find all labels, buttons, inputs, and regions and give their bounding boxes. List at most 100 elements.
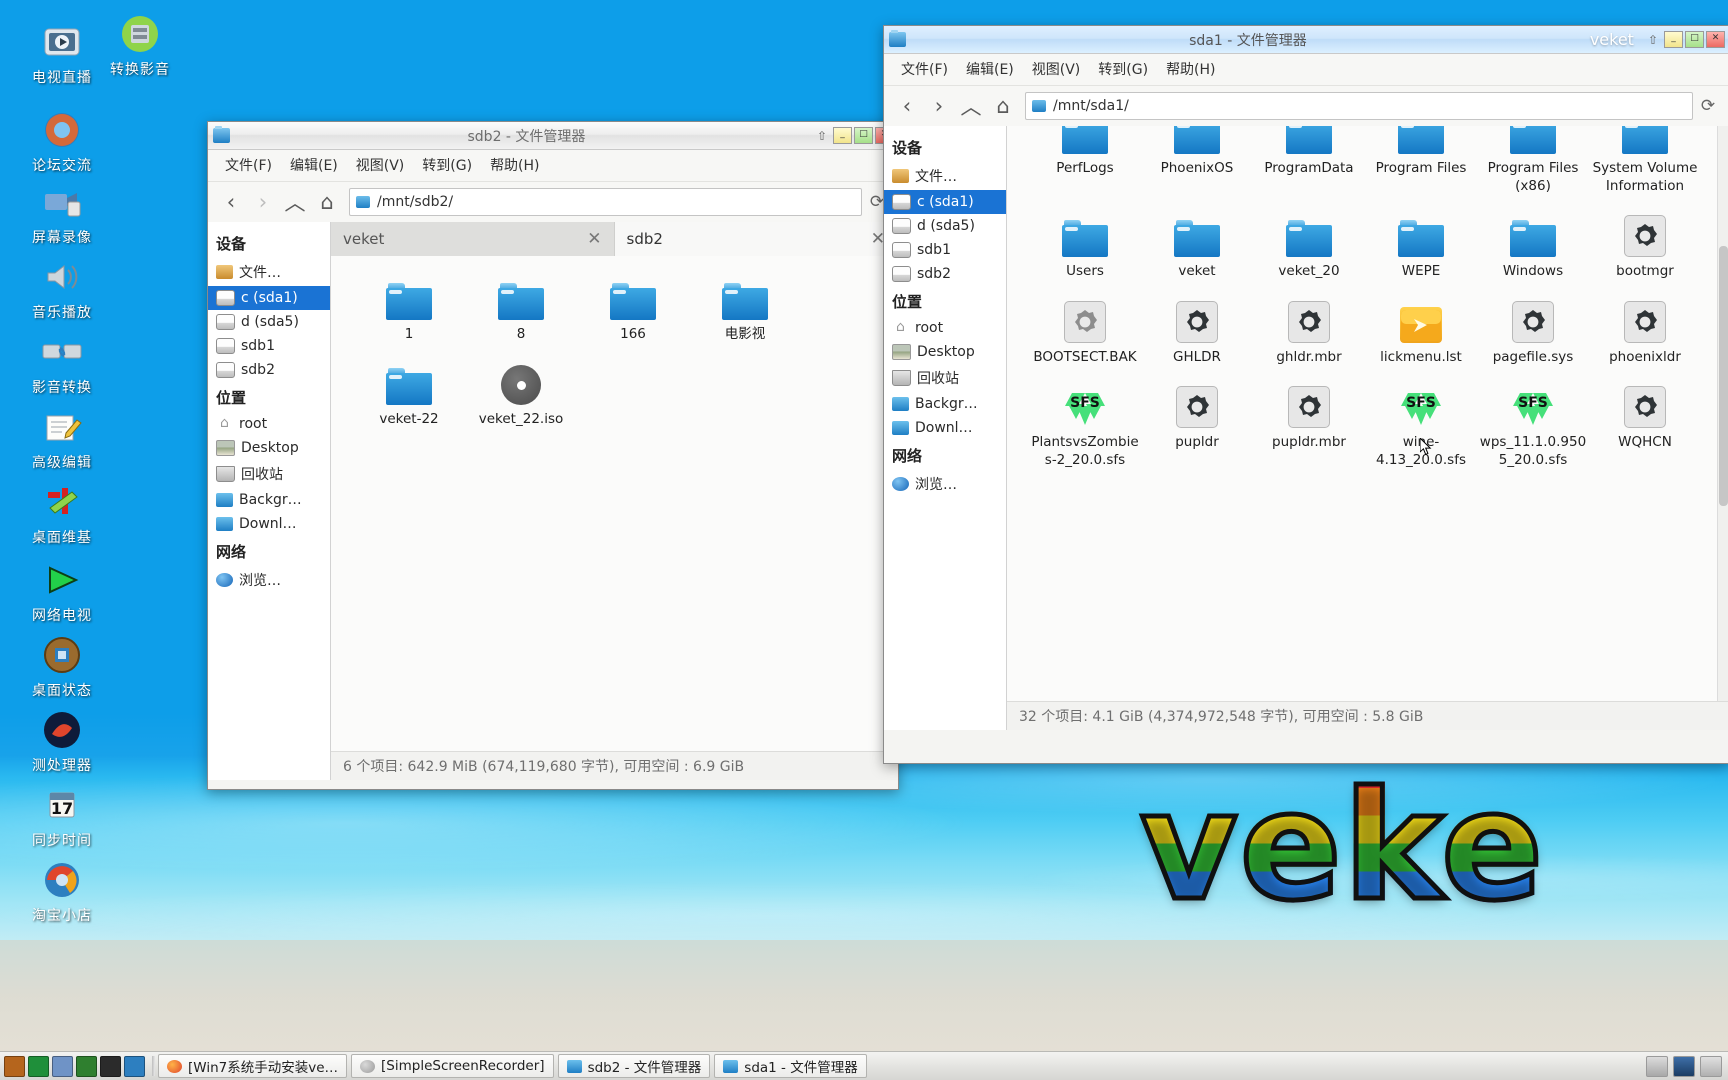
file-item[interactable]: PhoenixOS [1141,126,1253,195]
file-item[interactable]: veket-22 [353,355,465,428]
sidebar-item-backgr[interactable]: Backgr… [884,392,1006,416]
file-item[interactable]: ProgramData [1253,126,1365,195]
desktop-icon-3[interactable]: 屏幕录像 [14,180,110,247]
desktop-icon-9[interactable]: 桌面状态 [14,633,110,700]
scrollbar-thumb[interactable] [1719,246,1728,506]
taskbar-button-0[interactable]: [Win7系统手动安装ve… [158,1054,348,1078]
file-item[interactable]: System Volume Information [1589,126,1701,195]
tabstrip-sdb2[interactable]: veket ✕ sdb2 ✕ [331,222,898,256]
file-area-sda1[interactable]: PerfLogs PhoenixOS ProgramData Program File… [1007,126,1728,701]
file-item[interactable]: lickmenu.lst [1365,293,1477,366]
desktop-icon-1[interactable]: 转换影音 [92,12,188,79]
file-item[interactable]: pagefile.sys [1477,293,1589,366]
sidebar-item-[interactable]: 浏览… [208,566,330,594]
tab-veket[interactable]: veket ✕ [331,222,615,256]
file-item[interactable]: 1 [353,270,465,343]
close-icon[interactable]: ✕ [587,229,601,249]
file-item[interactable]: GHLDR [1141,293,1253,366]
file-item[interactable]: WEPE [1365,207,1477,280]
file-item[interactable]: 8 [465,270,577,343]
file-item[interactable]: veket_22.iso [465,355,577,428]
forward-button-sda1[interactable]: › [924,91,954,121]
sidebar-item-sdb2[interactable]: sdb2 [884,262,1006,286]
file-item[interactable]: bootmgr [1589,207,1701,280]
file-item[interactable]: Program Files (x86) [1477,126,1589,195]
file-item[interactable]: veket [1141,207,1253,280]
file-item[interactable]: Windows [1477,207,1589,280]
sidebar-item-desktop[interactable]: Desktop [208,436,330,460]
play-green-icon[interactable] [76,1055,97,1077]
menu-edit-sda1[interactable]: 编辑(E) [957,57,1023,81]
desktop-icon-10[interactable]: 测处理器 [14,708,110,775]
titlebar-sda1[interactable]: sda1 - 文件管理器 veket ⇧ _ □ ✕ [884,26,1728,54]
hammer-icon[interactable] [4,1055,25,1077]
sidebar-item-[interactable]: 文件… [208,258,330,286]
sidebar-item-dsda5[interactable]: d (sda5) [884,214,1006,238]
menu-go-sda1[interactable]: 转到(G) [1089,57,1157,81]
sidebar-item-[interactable]: 回收站 [884,364,1006,392]
sidebar-item-[interactable]: 浏览… [884,470,1006,498]
sidebar-item-sdb1[interactable]: sdb1 [208,334,330,358]
sidebar-item-downl[interactable]: Downl… [208,512,330,536]
menu-help-sda1[interactable]: 帮助(H) [1157,57,1224,81]
monitor-graph-icon[interactable] [28,1055,49,1077]
sidebar-item-sdb1[interactable]: sdb1 [884,238,1006,262]
file-item[interactable]: veket_20 [1253,207,1365,280]
menu-file-sda1[interactable]: 文件(F) [892,57,957,81]
path-input-sda1[interactable]: /mnt/sda1/ [1025,92,1693,120]
quick-launch-area[interactable] [0,1055,149,1077]
sidebar-item-root[interactable]: ⌂ root [884,316,1006,340]
menu-edit-sdb2[interactable]: 编辑(E) [281,153,347,177]
reload-button-sda1[interactable]: ⟳ [1695,96,1721,116]
vertical-scrollbar-sda1[interactable] [1717,126,1728,701]
menubar-sda1[interactable]: 文件(F) 编辑(E) 视图(V) 转到(G) 帮助(H) [884,54,1728,86]
sidebar-item-csda1[interactable]: c (sda1) [208,286,330,310]
minimize-button-sda1[interactable]: _ [1664,31,1683,48]
sidebar-item-downl[interactable]: Downl… [884,416,1006,440]
titlebar-sdb2[interactable]: sdb2 - 文件管理器 ⇧ _ □ ✕ [208,122,898,150]
file-item[interactable]: pupldr [1141,378,1253,469]
file-item[interactable]: Users [1029,207,1141,280]
taskbar[interactable]: [Win7系统手动安装ve… [SimpleScreenRecorder] sdb2… [0,1051,1728,1080]
roll-up-icon[interactable]: ⇧ [817,129,827,143]
sidebar-item-csda1[interactable]: c (sda1) [884,190,1006,214]
globe-icon[interactable] [124,1055,145,1077]
toolbar-sda1[interactable]: ‹ › ︿ ⌂ /mnt/sda1/ ⟳ [884,86,1728,126]
desktop-icon-12[interactable]: 淘宝小店 [14,858,110,925]
sidebar-sdb2[interactable]: 设备 文件… c (sda1) d (sda5) sdb1 sdb2 位置 ⌂ root Desk… [208,222,331,780]
sidebar-sda1[interactable]: 设备 文件… c (sda1) d (sda5) sdb1 sdb2 位置 ⌂ root Desk… [884,126,1007,730]
desktop-icon-7[interactable]: 桌面维基 [14,480,110,547]
roll-up-icon[interactable]: ⇧ [1648,33,1658,47]
desktop-icon-11[interactable]: 17 同步时间 [14,783,110,850]
terminal-icon[interactable] [100,1055,121,1077]
file-item[interactable]: BOOTSECT.BAK [1029,293,1141,366]
display-tray-icon[interactable] [1673,1055,1695,1077]
file-item[interactable]: Program Files [1365,126,1477,195]
back-button-sda1[interactable]: ‹ [892,91,922,121]
desktop-icon-2[interactable]: 论坛交流 [14,108,110,175]
file-item[interactable]: 166 [577,270,689,343]
home-button-sda1[interactable]: ⌂ [988,91,1018,121]
save-tray-icon[interactable] [1646,1055,1668,1077]
forward-button-sdb2[interactable]: › [248,187,278,217]
sidebar-item-[interactable]: 回收站 [208,460,330,488]
file-item[interactable]: PerfLogs [1029,126,1141,195]
window-buttons-sda1[interactable]: _ □ ✕ [1664,31,1728,48]
close-button-sda1[interactable]: ✕ [1706,31,1725,48]
minimize-button-sdb2[interactable]: _ [833,127,852,144]
taskbar-button-2[interactable]: sdb2 - 文件管理器 [557,1054,711,1078]
up-button-sdb2[interactable]: ︿ [280,187,310,217]
desktop-icon-8[interactable]: 网络电视 [14,558,110,625]
taskbar-button-3[interactable]: sda1 - 文件管理器 [714,1054,867,1078]
desktop-icon-5[interactable]: 影音转换 [14,330,110,397]
menu-help-sdb2[interactable]: 帮助(H) [481,153,548,177]
menu-file-sdb2[interactable]: 文件(F) [216,153,281,177]
taskbar-button-1[interactable]: [SimpleScreenRecorder] [351,1054,554,1078]
home-button-sdb2[interactable]: ⌂ [312,187,342,217]
sidebar-item-dsda5[interactable]: d (sda5) [208,310,330,334]
file-manager-window-sdb2[interactable]: sdb2 - 文件管理器 ⇧ _ □ ✕ 文件(F) 编辑(E) 视图(V) 转… [207,121,899,790]
system-tray[interactable] [1646,1055,1728,1077]
menubar-sdb2[interactable]: 文件(F) 编辑(E) 视图(V) 转到(G) 帮助(H) [208,150,898,182]
menu-view-sdb2[interactable]: 视图(V) [347,153,414,177]
desktop-icon-6[interactable]: 高级编辑 [14,405,110,472]
